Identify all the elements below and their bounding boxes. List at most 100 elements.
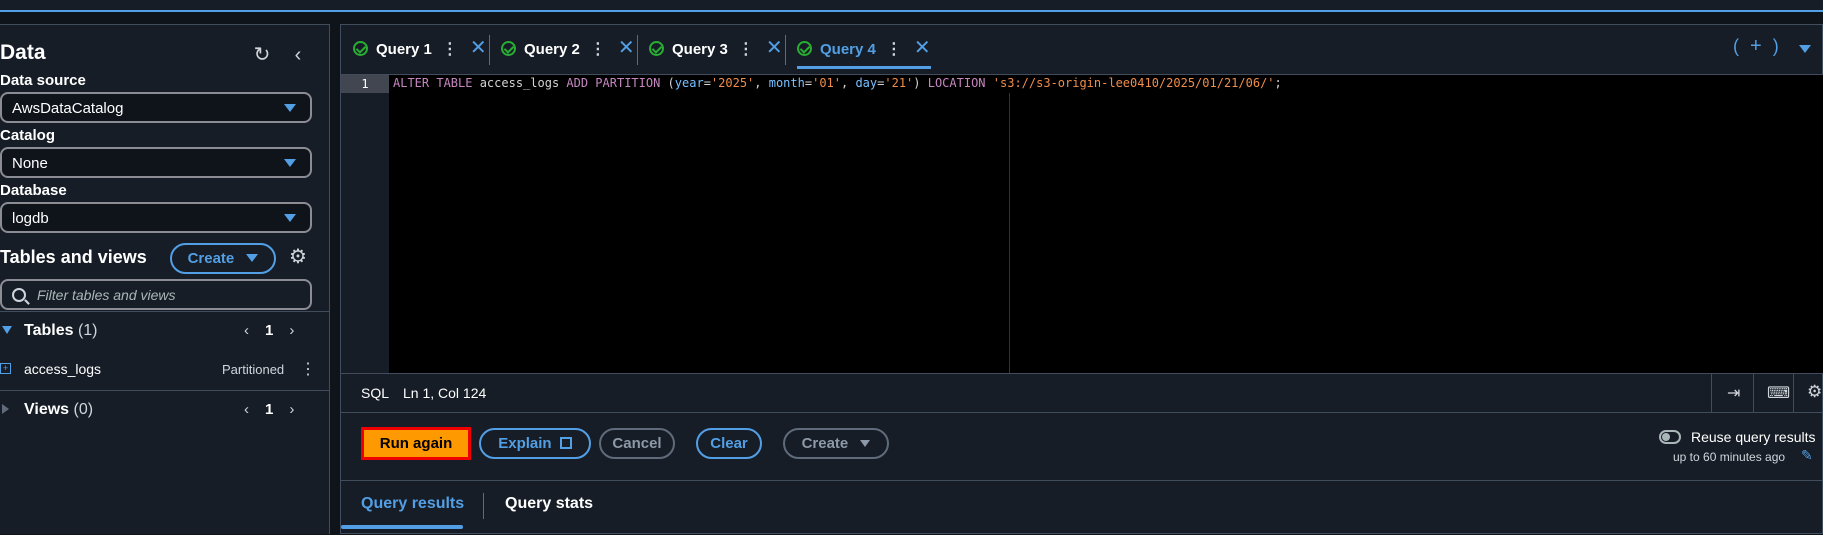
expand-caret-icon <box>2 404 9 414</box>
external-link-icon <box>559 437 572 449</box>
refresh-icon[interactable]: ↻ <box>250 43 274 67</box>
tables-section[interactable]: Tables (1) ‹ 1 › <box>0 311 330 351</box>
explain-button[interactable]: Explain <box>479 428 591 459</box>
more-actions-icon[interactable]: ⋮ <box>300 359 316 379</box>
caret-down-icon <box>860 440 871 447</box>
gear-icon[interactable]: ⚙ <box>1807 382 1822 402</box>
caret-down-icon[interactable] <box>1799 45 1811 53</box>
success-check-icon <box>353 41 368 56</box>
views-count: (0) <box>73 401 94 418</box>
create-label: Create <box>801 435 849 452</box>
tab-label: Query 3 <box>672 41 728 58</box>
tables-pager[interactable]: ‹ 1 › <box>244 322 294 339</box>
tab-query-results[interactable]: Query results <box>361 495 464 513</box>
database-select[interactable]: logdb <box>0 202 312 233</box>
views-pager[interactable]: ‹ 1 › <box>244 401 294 418</box>
data-source-value: AwsDataCatalog <box>12 100 124 117</box>
indent-icon[interactable]: ⇥ <box>1727 383 1740 403</box>
filter-tables-input[interactable]: Filter tables and views <box>0 279 312 310</box>
keyboard-icon[interactable]: ⌨ <box>1767 383 1790 403</box>
run-again-button[interactable]: Run again <box>361 427 471 460</box>
tables-count: (1) <box>77 322 98 339</box>
success-check-icon <box>501 41 516 56</box>
filter-placeholder: Filter tables and views <box>37 287 176 303</box>
tab-query-1[interactable]: Query 1 ⋮ ✕ <box>353 35 487 63</box>
caret-down-icon <box>284 214 296 222</box>
table-name: access_logs <box>24 361 102 377</box>
views-section[interactable]: Views (0) ‹ 1 › <box>0 390 330 430</box>
caret-down-icon <box>284 159 296 167</box>
cursor-position: Ln 1, Col 124 <box>403 385 487 401</box>
catalog-value: None <box>12 155 48 172</box>
active-tab-underline <box>341 525 463 529</box>
close-icon[interactable]: ✕ <box>766 37 783 59</box>
catalog-label: Catalog <box>0 127 56 144</box>
line-number: 1 <box>341 75 389 93</box>
add-tab-button[interactable]: ( + ) <box>1733 35 1779 58</box>
tab-divider <box>785 35 786 65</box>
explain-label: Explain <box>498 435 552 452</box>
cancel-button[interactable]: Cancel <box>599 428 675 459</box>
tab-query-2[interactable]: Query 2 ⋮ ✕ <box>501 35 635 63</box>
partitioned-badge: Partitioned <box>222 362 285 377</box>
more-options-icon[interactable]: ⋮ <box>590 41 606 58</box>
language-label: SQL <box>361 385 390 401</box>
sql-code-line[interactable]: ALTER TABLE access_logs ADD PARTITION (y… <box>393 76 1282 90</box>
success-check-icon <box>797 41 812 56</box>
create-table-button[interactable]: Create <box>170 243 276 274</box>
close-icon[interactable]: ✕ <box>618 37 635 59</box>
more-options-icon[interactable]: ⋮ <box>886 41 902 58</box>
close-icon[interactable]: ✕ <box>470 37 487 59</box>
divider <box>1793 374 1794 412</box>
top-bar <box>0 0 1823 12</box>
data-source-select[interactable]: AwsDataCatalog <box>0 92 312 123</box>
collapse-icon[interactable]: ‹ <box>286 43 310 67</box>
gear-icon[interactable]: ⚙ <box>286 245 310 269</box>
plus-icon: + <box>1750 35 1762 57</box>
edit-pencil-icon[interactable]: ✎ <box>1801 447 1813 464</box>
reuse-results-label: Reuse query results <box>1691 429 1816 445</box>
editor-gutter: 1 <box>341 75 389 373</box>
database-value: logdb <box>12 210 49 227</box>
expand-caret-icon <box>2 326 12 334</box>
close-icon[interactable]: ✕ <box>914 37 931 59</box>
sql-editor[interactable]: 1 ALTER TABLE access_logs ADD PARTITION … <box>341 75 1823 373</box>
results-tabs: Query results Query stats <box>341 480 1823 535</box>
data-sidebar: Data ↻ ‹ Data source AwsDataCatalog Cata… <box>0 24 330 534</box>
success-check-icon <box>649 41 664 56</box>
data-source-label: Data source <box>0 72 86 89</box>
catalog-select[interactable]: None <box>0 147 312 178</box>
tab-label: Query 1 <box>376 41 432 58</box>
editor-status-bar: SQL Ln 1, Col 124 ⇥ ⌨ ⚙ <box>341 373 1823 413</box>
reuse-results-toggle[interactable] <box>1659 430 1681 444</box>
clear-button[interactable]: Clear <box>696 428 762 459</box>
caret-down-icon <box>246 254 259 262</box>
sidebar-title: Data <box>0 41 46 64</box>
table-row[interactable]: + access_logs Partitioned ⋮ <box>0 351 330 391</box>
tab-query-stats[interactable]: Query stats <box>505 495 593 513</box>
views-page-number: 1 <box>265 401 274 418</box>
query-editor-panel: Query 1 ⋮ ✕ Query 2 ⋮ ✕ Query 3 ⋮ ✕ Query 4 ⋮ ✕ … <box>340 24 1823 534</box>
tables-views-title: Tables and views <box>0 247 147 267</box>
tab-label: Query 2 <box>524 41 580 58</box>
tab-query-4[interactable]: Query 4 ⋮ ✕ <box>797 35 931 69</box>
more-options-icon[interactable]: ⋮ <box>442 41 458 58</box>
database-label: Database <box>0 182 67 199</box>
tab-divider <box>483 493 484 519</box>
divider <box>1753 374 1754 412</box>
tab-query-3[interactable]: Query 3 ⋮ ✕ <box>649 35 783 63</box>
tables-label: Tables <box>24 322 74 339</box>
create-label: Create <box>187 250 235 267</box>
more-options-icon[interactable]: ⋮ <box>738 41 754 58</box>
views-label: Views <box>24 401 70 418</box>
tab-divider <box>637 35 638 65</box>
create-button[interactable]: Create <box>783 428 889 459</box>
caret-down-icon <box>284 104 296 112</box>
reuse-results-sublabel: up to 60 minutes ago <box>1673 450 1786 464</box>
tab-label: Query 4 <box>820 41 876 58</box>
ruler-line <box>1009 93 1010 373</box>
search-icon <box>12 288 26 302</box>
tables-page-number: 1 <box>265 322 274 339</box>
query-tabs: Query 1 ⋮ ✕ Query 2 ⋮ ✕ Query 3 ⋮ ✕ Query 4 ⋮ ✕ … <box>341 25 1823 75</box>
table-icon: + <box>0 363 11 374</box>
